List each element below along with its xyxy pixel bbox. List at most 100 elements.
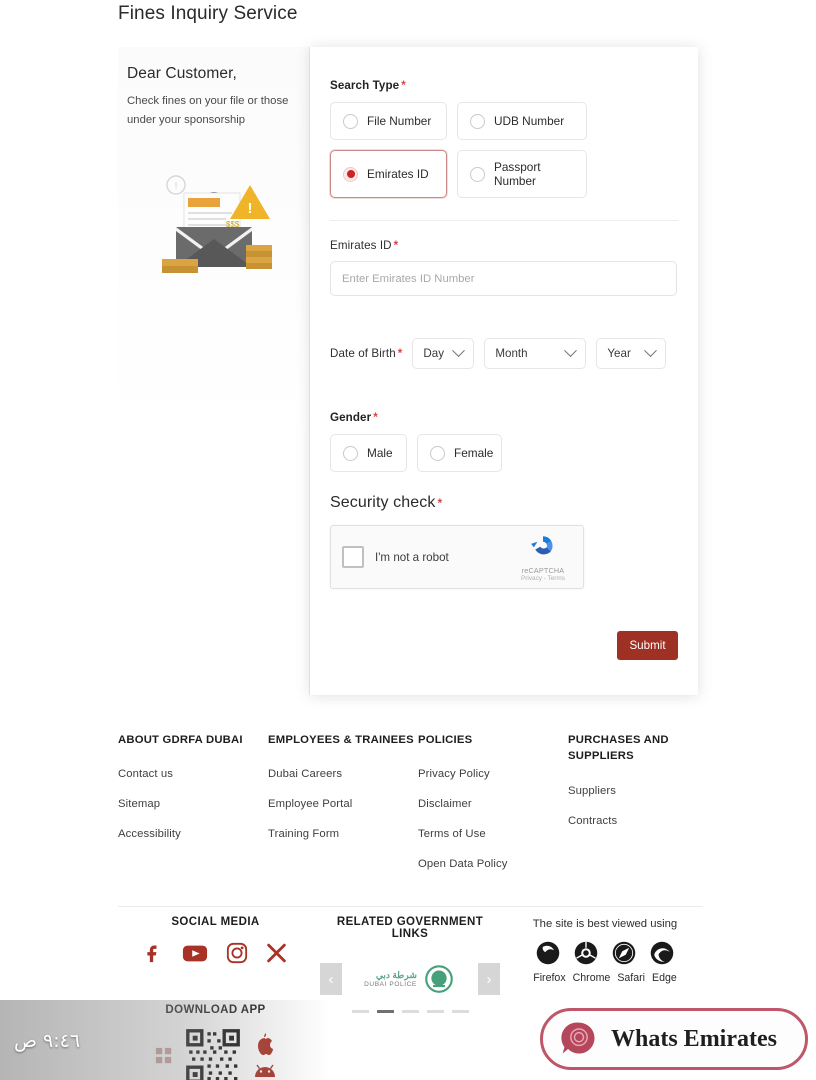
- edge-icon: [650, 941, 674, 965]
- footer-link-sitemap[interactable]: Sitemap: [118, 798, 268, 810]
- instagram-icon[interactable]: [226, 941, 248, 965]
- month-dropdown[interactable]: Month: [484, 338, 587, 369]
- x-twitter-icon[interactable]: [266, 941, 287, 965]
- dubai-police-logo-english: DUBAI POLICE: [364, 981, 417, 988]
- footer-link-terms-of-use[interactable]: Terms of Use: [418, 828, 568, 840]
- footer-link-suppliers[interactable]: Suppliers: [568, 785, 718, 797]
- search-type-row-2: Emirates ID Passport Number: [330, 150, 678, 198]
- footer-link-contracts[interactable]: Contracts: [568, 815, 718, 827]
- radio-udb-number[interactable]: UDB Number: [457, 102, 587, 140]
- inquiry-form: Search Type * File Number UDB Number Emir…: [310, 47, 698, 695]
- recaptcha-logo-icon: [531, 536, 553, 555]
- radio-label: Emirates ID: [367, 167, 429, 181]
- carousel-next-button[interactable]: ›: [478, 963, 500, 995]
- browser-icon-row: [505, 940, 705, 966]
- footer-link-dubai-careers[interactable]: Dubai Careers: [268, 768, 418, 780]
- footer-column-employees: EMPLOYEES & TRAINEES Dubai Careers Emplo…: [268, 732, 418, 888]
- radio-passport-number[interactable]: Passport Number: [457, 150, 587, 198]
- footer-link-training-form[interactable]: Training Form: [268, 828, 418, 840]
- radio-file-number[interactable]: File Number: [330, 102, 447, 140]
- recaptcha-branding: reCAPTCHA Privacy - Terms: [514, 532, 572, 582]
- download-app-title: DOWNLOAD APP: [165, 1004, 266, 1016]
- footer-heading: EMPLOYEES & TRAINEES: [268, 734, 414, 746]
- dubai-police-logo[interactable]: شرطة دبي DUBAI POLICE: [364, 962, 456, 996]
- day-dropdown[interactable]: Day: [412, 338, 475, 369]
- radio-indicator: [343, 113, 358, 129]
- radio-label: File Number: [367, 114, 432, 128]
- carousel-pagination: [320, 1010, 500, 1013]
- recaptcha-checkbox[interactable]: [342, 546, 364, 568]
- government-links-section: RELATED GOVERNMENT LINKS ‹ شرطة دبي DUBA…: [320, 916, 500, 1013]
- recaptcha-widget[interactable]: I'm not a robot reCAPTCHA Privacy - Term…: [330, 525, 584, 589]
- security-check-label: Security check *: [330, 494, 443, 511]
- footer-column-purchases: PURCHASES AND SUPPLIERS Suppliers Contra…: [568, 732, 718, 888]
- month-value: Month: [495, 347, 528, 360]
- chevron-down-icon: [452, 344, 466, 358]
- required-marker: *: [397, 347, 403, 360]
- government-links-carousel: ‹ شرطة دبي DUBAI POLICE ›: [320, 962, 500, 996]
- intro-panel: Dear Customer, Check fines on your file …: [118, 47, 310, 695]
- facebook-icon[interactable]: [144, 941, 164, 965]
- carousel-dot[interactable]: [351, 1010, 369, 1013]
- download-app-row: [118, 1028, 313, 1080]
- submit-button[interactable]: Submit: [617, 631, 678, 660]
- browser-name-row: Firefox Chrome Safari Edge: [505, 972, 705, 984]
- qr-code[interactable]: [184, 1028, 241, 1080]
- intro-body: Check fines on your file or those under …: [127, 95, 289, 126]
- emirates-id-input[interactable]: [330, 261, 677, 296]
- required-marker: *: [401, 79, 406, 92]
- footer-link-open-data-policy[interactable]: Open Data Policy: [418, 858, 568, 870]
- social-media-section: SOCIAL MEDIA: [118, 916, 313, 965]
- browser-support-title: The site is best viewed using: [532, 918, 678, 930]
- footer-link-accessibility[interactable]: Accessibility: [118, 828, 268, 840]
- radio-indicator: [470, 166, 485, 182]
- carousel-dot-active[interactable]: [376, 1010, 394, 1013]
- radio-label: Male: [367, 446, 393, 460]
- radio-male[interactable]: Male: [330, 434, 407, 472]
- download-app-section: DOWNLOAD APP: [118, 1004, 313, 1080]
- government-links-title: RELATED GOVERNMENT LINKS: [336, 916, 484, 940]
- footer-link-privacy-policy[interactable]: Privacy Policy: [418, 768, 568, 780]
- dubai-police-emblem-icon: [425, 965, 453, 993]
- radio-emirates-id[interactable]: Emirates ID: [330, 150, 447, 198]
- status-bar-clock: ٩:٤٦ ص: [14, 1030, 81, 1052]
- radio-label: Female: [454, 446, 494, 460]
- apple-icon[interactable]: [253, 1033, 277, 1059]
- whats-emirates-watermark: Whats Emirates: [540, 1008, 808, 1070]
- gender-label: Gender *: [330, 411, 378, 424]
- whats-emirates-label: Whats Emirates: [611, 1025, 777, 1052]
- svg-text:!: !: [175, 181, 178, 191]
- browser-name-firefox: Firefox: [533, 972, 566, 984]
- footer-link-contact-us[interactable]: Contact us: [118, 768, 268, 780]
- date-of-birth-group: Date of Birth * Day Month Year: [330, 338, 678, 369]
- radio-indicator-selected: [343, 166, 358, 182]
- intro-heading: Dear Customer,: [127, 65, 237, 82]
- carousel-prev-button[interactable]: ‹: [320, 963, 342, 995]
- browser-name-safari: Safari: [617, 972, 645, 984]
- recaptcha-brand-name: reCAPTCHA: [521, 566, 565, 575]
- android-icon[interactable]: [253, 1063, 277, 1079]
- footer-heading: ABOUT GDRFA DUBAI: [118, 734, 243, 746]
- footer-column-about: ABOUT GDRFA DUBAI Contact us Sitemap Acc…: [118, 732, 268, 888]
- day-value: Day: [423, 347, 444, 360]
- footer-heading: PURCHASES AND SUPPLIERS: [568, 734, 669, 763]
- footer-link-employee-portal[interactable]: Employee Portal: [268, 798, 418, 810]
- youtube-icon[interactable]: [182, 941, 208, 965]
- gender-row: Male Female: [330, 434, 678, 472]
- browser-name-edge: Edge: [652, 972, 677, 984]
- safari-icon: [612, 941, 636, 965]
- required-marker: *: [393, 239, 399, 252]
- footer-link-disclaimer[interactable]: Disclaimer: [418, 798, 568, 810]
- service-card: Dear Customer, Check fines on your file …: [118, 47, 698, 695]
- radio-indicator: [430, 445, 445, 461]
- radio-female[interactable]: Female: [417, 434, 502, 472]
- year-dropdown[interactable]: Year: [596, 338, 667, 369]
- page-root: Fines Inquiry Service Dear Customer, Che…: [0, 0, 816, 1080]
- required-marker: *: [373, 411, 378, 424]
- section-divider: [330, 220, 678, 221]
- search-type-row-1: File Number UDB Number: [330, 102, 678, 140]
- carousel-dot[interactable]: [401, 1010, 419, 1013]
- browser-name-chrome: Chrome: [572, 972, 611, 984]
- carousel-dot[interactable]: [451, 1010, 469, 1013]
- carousel-dot[interactable]: [426, 1010, 444, 1013]
